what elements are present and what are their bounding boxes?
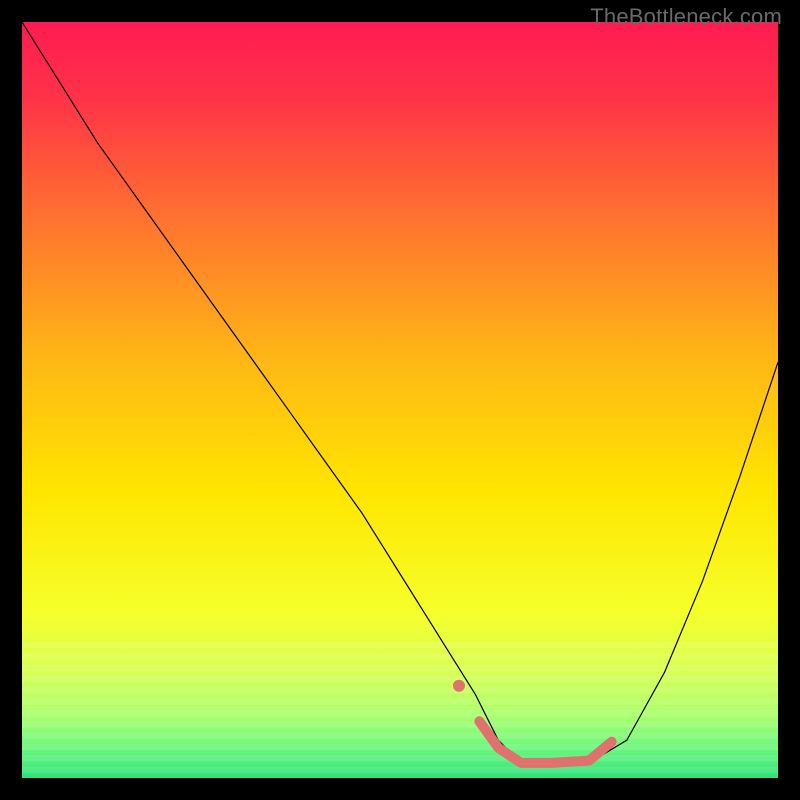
green-band-stripe: [22, 676, 778, 682]
green-band-stripe: [22, 755, 778, 761]
bottleneck-chart: [22, 22, 778, 778]
green-band-stripe: [22, 744, 778, 750]
green-band-stripe: [22, 653, 778, 659]
green-band-stripe: [22, 721, 778, 727]
watermark-text: TheBottleneck.com: [590, 4, 782, 30]
green-band-stripe: [22, 733, 778, 739]
green-band-stripe: [22, 767, 778, 773]
green-band-stripe: [22, 710, 778, 716]
green-band-stripe: [22, 699, 778, 705]
chart-canvas: [22, 22, 778, 778]
green-band-stripe: [22, 665, 778, 671]
green-band-stripe: [22, 642, 778, 648]
series-optimal-range-dot-point: [453, 680, 465, 692]
green-band-stripe: [22, 687, 778, 693]
